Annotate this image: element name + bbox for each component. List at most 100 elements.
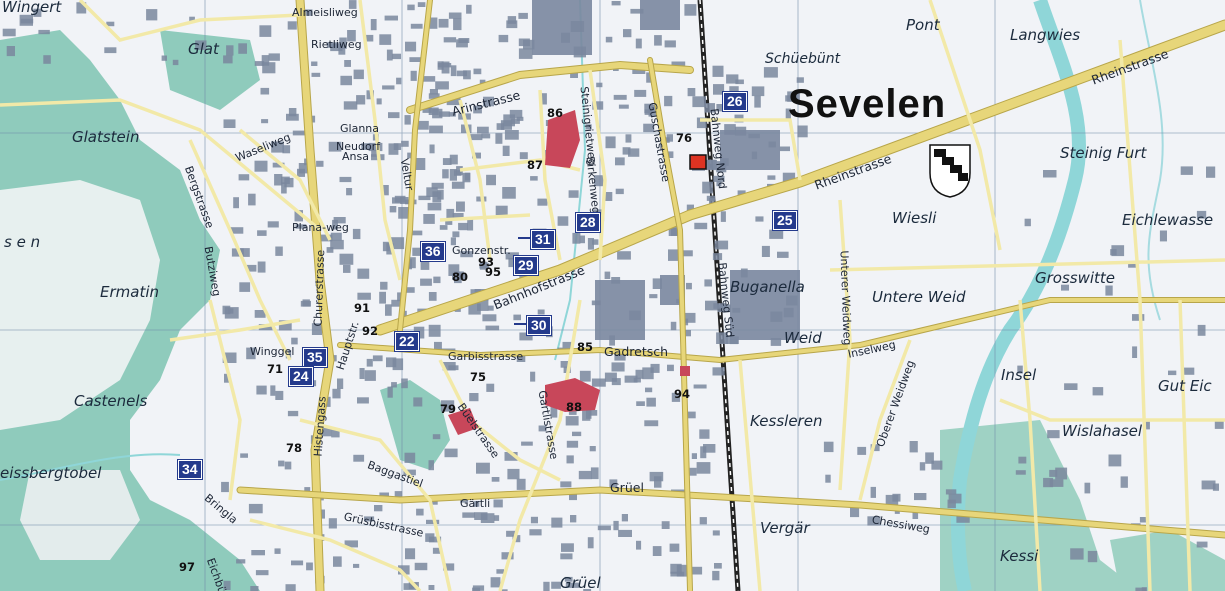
place-vergaer: Vergär (760, 519, 810, 537)
poi-92[interactable]: 92 (362, 324, 378, 338)
building (384, 15, 398, 21)
building (450, 65, 457, 77)
poi-78[interactable]: 78 (286, 441, 302, 455)
building (302, 299, 310, 307)
building (504, 130, 519, 140)
building (604, 372, 617, 382)
route-marker-26[interactable]: 26 (722, 91, 748, 112)
building (428, 585, 435, 590)
map-base (0, 0, 1225, 591)
poi-97[interactable]: 97 (179, 560, 195, 574)
building (476, 462, 490, 474)
route-marker-35[interactable]: 35 (302, 347, 328, 368)
place-eissbergtobel: eissbergtobel (0, 464, 102, 482)
building (644, 420, 659, 427)
building (453, 18, 462, 31)
building (797, 125, 808, 138)
poi-94[interactable]: 94 (674, 387, 690, 401)
building (161, 55, 167, 61)
poi-71[interactable]: 71 (267, 362, 283, 376)
building (250, 586, 259, 591)
poi-87[interactable]: 87 (527, 158, 543, 172)
route-marker-25[interactable]: 25 (772, 210, 798, 231)
building (919, 462, 926, 471)
building (404, 115, 411, 125)
building (591, 378, 606, 387)
building (432, 434, 441, 440)
building (344, 60, 351, 67)
building (1047, 430, 1060, 439)
building (469, 393, 479, 402)
route-marker-28[interactable]: 28 (575, 212, 601, 233)
building (605, 36, 613, 43)
building (357, 268, 370, 279)
building (579, 370, 591, 382)
building (699, 429, 710, 439)
poi-95[interactable]: 95 (485, 265, 501, 279)
place-wingert: Wingert (2, 0, 62, 16)
poi-79[interactable]: 79 (440, 402, 456, 416)
building (1084, 482, 1091, 494)
building (238, 174, 250, 181)
building (431, 182, 444, 189)
poi-80[interactable]: 80 (452, 270, 468, 284)
building (493, 499, 503, 508)
building (570, 515, 577, 523)
building (330, 239, 344, 250)
map-canvas[interactable]: Sevelen Wingert Glat Glatstein s e n Erm… (0, 0, 1225, 591)
route-marker-24[interactable]: 24 (288, 366, 314, 387)
building (687, 411, 696, 419)
route-marker-30[interactable]: 30 (514, 315, 552, 336)
route-marker-31[interactable]: 31 (518, 229, 556, 250)
poi-75[interactable]: 75 (470, 370, 486, 384)
building (572, 431, 582, 437)
route-marker-22[interactable]: 22 (394, 331, 420, 352)
building (578, 470, 592, 480)
poi-91[interactable]: 91 (354, 301, 370, 315)
building (254, 160, 268, 172)
building (560, 553, 573, 560)
building (661, 521, 670, 529)
building (267, 221, 279, 228)
building (755, 216, 764, 222)
building (282, 145, 291, 154)
building (452, 213, 464, 218)
route-marker-34[interactable]: 34 (177, 459, 203, 480)
route-marker-36[interactable]: 36 (420, 241, 446, 262)
building (579, 235, 585, 244)
building (1120, 476, 1128, 488)
poi-88[interactable]: 88 (566, 400, 582, 414)
building (346, 188, 353, 196)
building (359, 368, 365, 379)
building (693, 384, 707, 389)
building (448, 12, 462, 19)
place-kessleren: Kessleren (750, 412, 823, 430)
building (769, 229, 784, 239)
building (587, 537, 594, 549)
building (427, 202, 442, 211)
building (521, 441, 533, 446)
place-gut-eic: Gut Eic (1158, 377, 1212, 395)
building (422, 76, 436, 82)
poi-86[interactable]: 86 (547, 106, 563, 120)
building (449, 154, 458, 165)
building (438, 18, 449, 28)
building (590, 467, 599, 480)
building (353, 69, 364, 80)
building (255, 570, 269, 576)
building (502, 145, 510, 156)
building (712, 253, 723, 261)
place-grosswitte: Grosswitte (1035, 269, 1116, 287)
building (686, 282, 692, 290)
route-marker-29[interactable]: 29 (513, 255, 539, 276)
poi-85[interactable]: 85 (577, 340, 593, 354)
building (472, 585, 485, 591)
building (1206, 166, 1216, 178)
street-garbisstrasse: Garbisstrasse (448, 350, 524, 363)
building (332, 388, 341, 399)
building (493, 515, 500, 521)
building (474, 512, 488, 520)
poi-76[interactable]: 76 (676, 131, 692, 145)
building (287, 21, 297, 30)
building (704, 279, 712, 287)
